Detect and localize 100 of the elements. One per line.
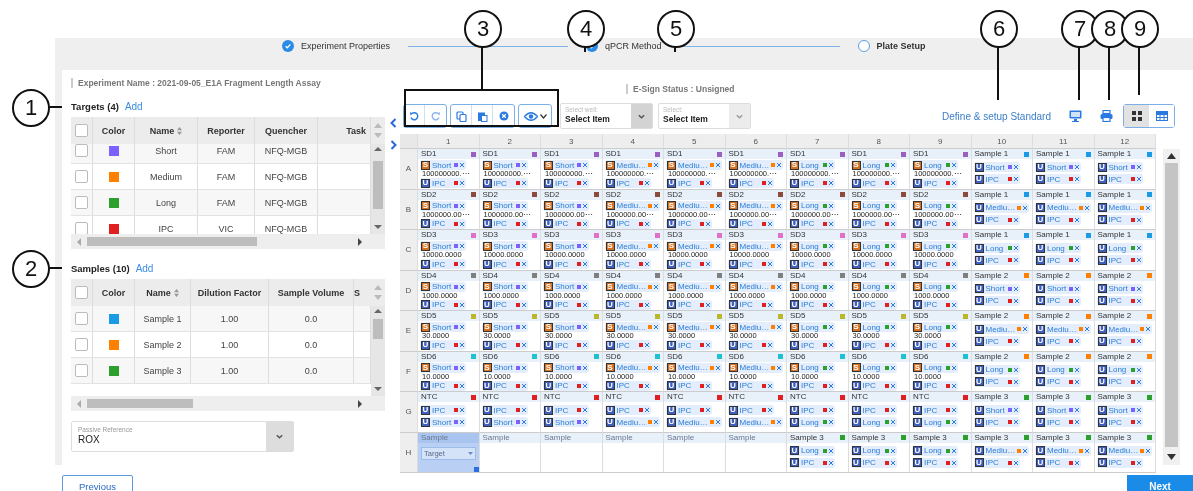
target-chip[interactable]: U IPC — [604, 218, 651, 229]
target-chip[interactable]: U Long — [1096, 243, 1143, 253]
remove-icon[interactable] — [460, 408, 464, 412]
plate-well[interactable]: Sample — [602, 432, 664, 473]
remove-icon[interactable] — [767, 408, 772, 412]
target-chip[interactable]: U IPC — [912, 405, 958, 415]
target-chip[interactable]: U Short — [481, 417, 528, 427]
remove-icon[interactable] — [829, 420, 833, 424]
remove-icon[interactable] — [1136, 177, 1141, 181]
target-chip[interactable]: S Short — [481, 200, 528, 211]
remove-icon[interactable] — [890, 302, 895, 307]
target-chip[interactable]: S Long — [912, 241, 958, 251]
plate-well[interactable]: Sample 2 U Mediu… U IPC — [1094, 311, 1156, 352]
row-letter[interactable]: A — [400, 149, 418, 190]
remove-icon[interactable] — [1136, 165, 1141, 169]
target-chip[interactable]: U IPC — [727, 340, 774, 350]
checkbox[interactable] — [75, 338, 88, 351]
remove-icon[interactable] — [829, 244, 833, 248]
remove-icon[interactable] — [829, 262, 833, 266]
remove-icon[interactable] — [715, 325, 720, 329]
remove-icon[interactable] — [460, 325, 464, 329]
remove-icon[interactable] — [1013, 367, 1018, 372]
target-chip[interactable]: U IPC — [543, 405, 589, 415]
target-chip[interactable]: U IPC — [481, 218, 528, 229]
target-chip[interactable]: S Short — [543, 362, 589, 373]
remove-icon[interactable] — [890, 181, 895, 185]
remove-icon[interactable] — [583, 203, 587, 208]
remove-icon[interactable] — [460, 343, 464, 347]
table-row[interactable]: Sample 3 1.00 0.0 — [71, 358, 371, 384]
target-chip[interactable]: U IPC — [912, 340, 958, 350]
target-chip[interactable]: U IPC — [850, 299, 897, 310]
collapse-left-icon[interactable] — [389, 118, 397, 128]
table-row[interactable]: Sample 1 1.00 0.0 — [71, 306, 371, 332]
target-chip[interactable]: S Long — [789, 362, 835, 373]
plate-well[interactable]: NTC U IPC U Long — [787, 392, 849, 433]
target-chip[interactable]: S Short — [481, 362, 528, 373]
plate-well[interactable]: Sample — [541, 432, 603, 473]
remove-icon[interactable] — [715, 203, 720, 208]
plate-well[interactable]: Sample 1 U Mediu… U IPC — [1094, 189, 1156, 230]
remove-icon[interactable] — [829, 284, 833, 289]
target-chip[interactable]: S Short — [481, 160, 528, 170]
target-chip[interactable]: U IPC — [973, 376, 1020, 387]
plate-well[interactable]: Sample 1 U Mediu… U IPC — [971, 189, 1033, 230]
target-chip[interactable]: U Long — [1096, 364, 1143, 375]
target-chip[interactable]: U IPC — [850, 405, 897, 415]
remove-icon[interactable] — [1136, 460, 1141, 465]
remove-icon[interactable] — [829, 203, 833, 208]
remove-icon[interactable] — [1136, 379, 1141, 384]
remove-icon[interactable] — [521, 262, 526, 266]
target-chip[interactable]: U IPC — [789, 218, 835, 229]
remove-icon[interactable] — [1136, 339, 1141, 343]
column-number[interactable]: 9 — [910, 134, 972, 149]
remove-icon[interactable] — [644, 408, 649, 412]
target-chip[interactable]: S Mediu… — [727, 362, 784, 373]
remove-icon[interactable] — [1075, 286, 1079, 291]
remove-icon[interactable] — [1075, 177, 1079, 181]
target-chip[interactable]: S Mediu… — [604, 281, 661, 292]
remove-icon[interactable] — [890, 221, 895, 226]
remove-icon[interactable] — [521, 244, 526, 248]
target-chip[interactable]: U Short — [1096, 162, 1143, 172]
column-number[interactable]: 8 — [848, 134, 910, 149]
remove-icon[interactable] — [767, 262, 772, 266]
column-number[interactable]: 3 — [541, 134, 603, 149]
remove-icon[interactable] — [829, 408, 833, 412]
target-chip[interactable]: U IPC — [1096, 457, 1143, 468]
target-chip[interactable]: U Short — [973, 162, 1020, 172]
remove-icon[interactable] — [583, 408, 587, 412]
remove-icon[interactable] — [890, 163, 895, 167]
target-chip[interactable]: U Long — [1035, 243, 1081, 253]
plate-well[interactable]: Sample 3 U Short U IPC — [1094, 392, 1156, 433]
target-chip[interactable]: U IPC — [666, 405, 712, 415]
remove-icon[interactable] — [583, 221, 587, 226]
target-chip[interactable]: U IPC — [666, 178, 712, 188]
plate-well[interactable]: Sample 1 U Long U IPC — [1094, 230, 1156, 271]
plate-well[interactable]: NTC U IPC U Short — [541, 392, 603, 433]
target-chip[interactable]: U Mediu… — [1035, 324, 1091, 334]
target-chip[interactable]: S Mediu… — [727, 160, 784, 170]
target-chip[interactable]: U IPC — [850, 218, 897, 229]
row-letter[interactable]: C — [400, 230, 418, 271]
target-chip[interactable]: U Short — [1035, 162, 1081, 172]
monitor-icon[interactable] — [1069, 110, 1082, 122]
target-chip[interactable]: S Mediu… — [727, 281, 784, 292]
remove-icon[interactable] — [952, 365, 956, 370]
target-chip[interactable]: U IPC — [420, 380, 466, 391]
target-chip[interactable]: U IPC — [1035, 336, 1081, 346]
remove-icon[interactable] — [1013, 339, 1018, 343]
target-chip[interactable]: U Short — [1035, 283, 1081, 294]
target-chip[interactable]: S Short — [543, 281, 589, 292]
remove-icon[interactable] — [890, 203, 895, 208]
target-chip[interactable]: U IPC — [666, 380, 712, 391]
target-chip[interactable]: S Mediu… — [727, 200, 784, 211]
remove-icon[interactable] — [521, 284, 526, 289]
target-chip[interactable]: U IPC — [912, 380, 958, 391]
remove-icon[interactable] — [644, 262, 649, 266]
target-chip[interactable]: S Mediu… — [727, 241, 784, 251]
remove-icon[interactable] — [1075, 379, 1079, 384]
remove-icon[interactable] — [654, 203, 659, 208]
target-chip[interactable]: U IPC — [850, 380, 897, 391]
target-chip[interactable]: S Short — [420, 241, 466, 251]
target-chip[interactable]: U Long — [912, 445, 958, 456]
